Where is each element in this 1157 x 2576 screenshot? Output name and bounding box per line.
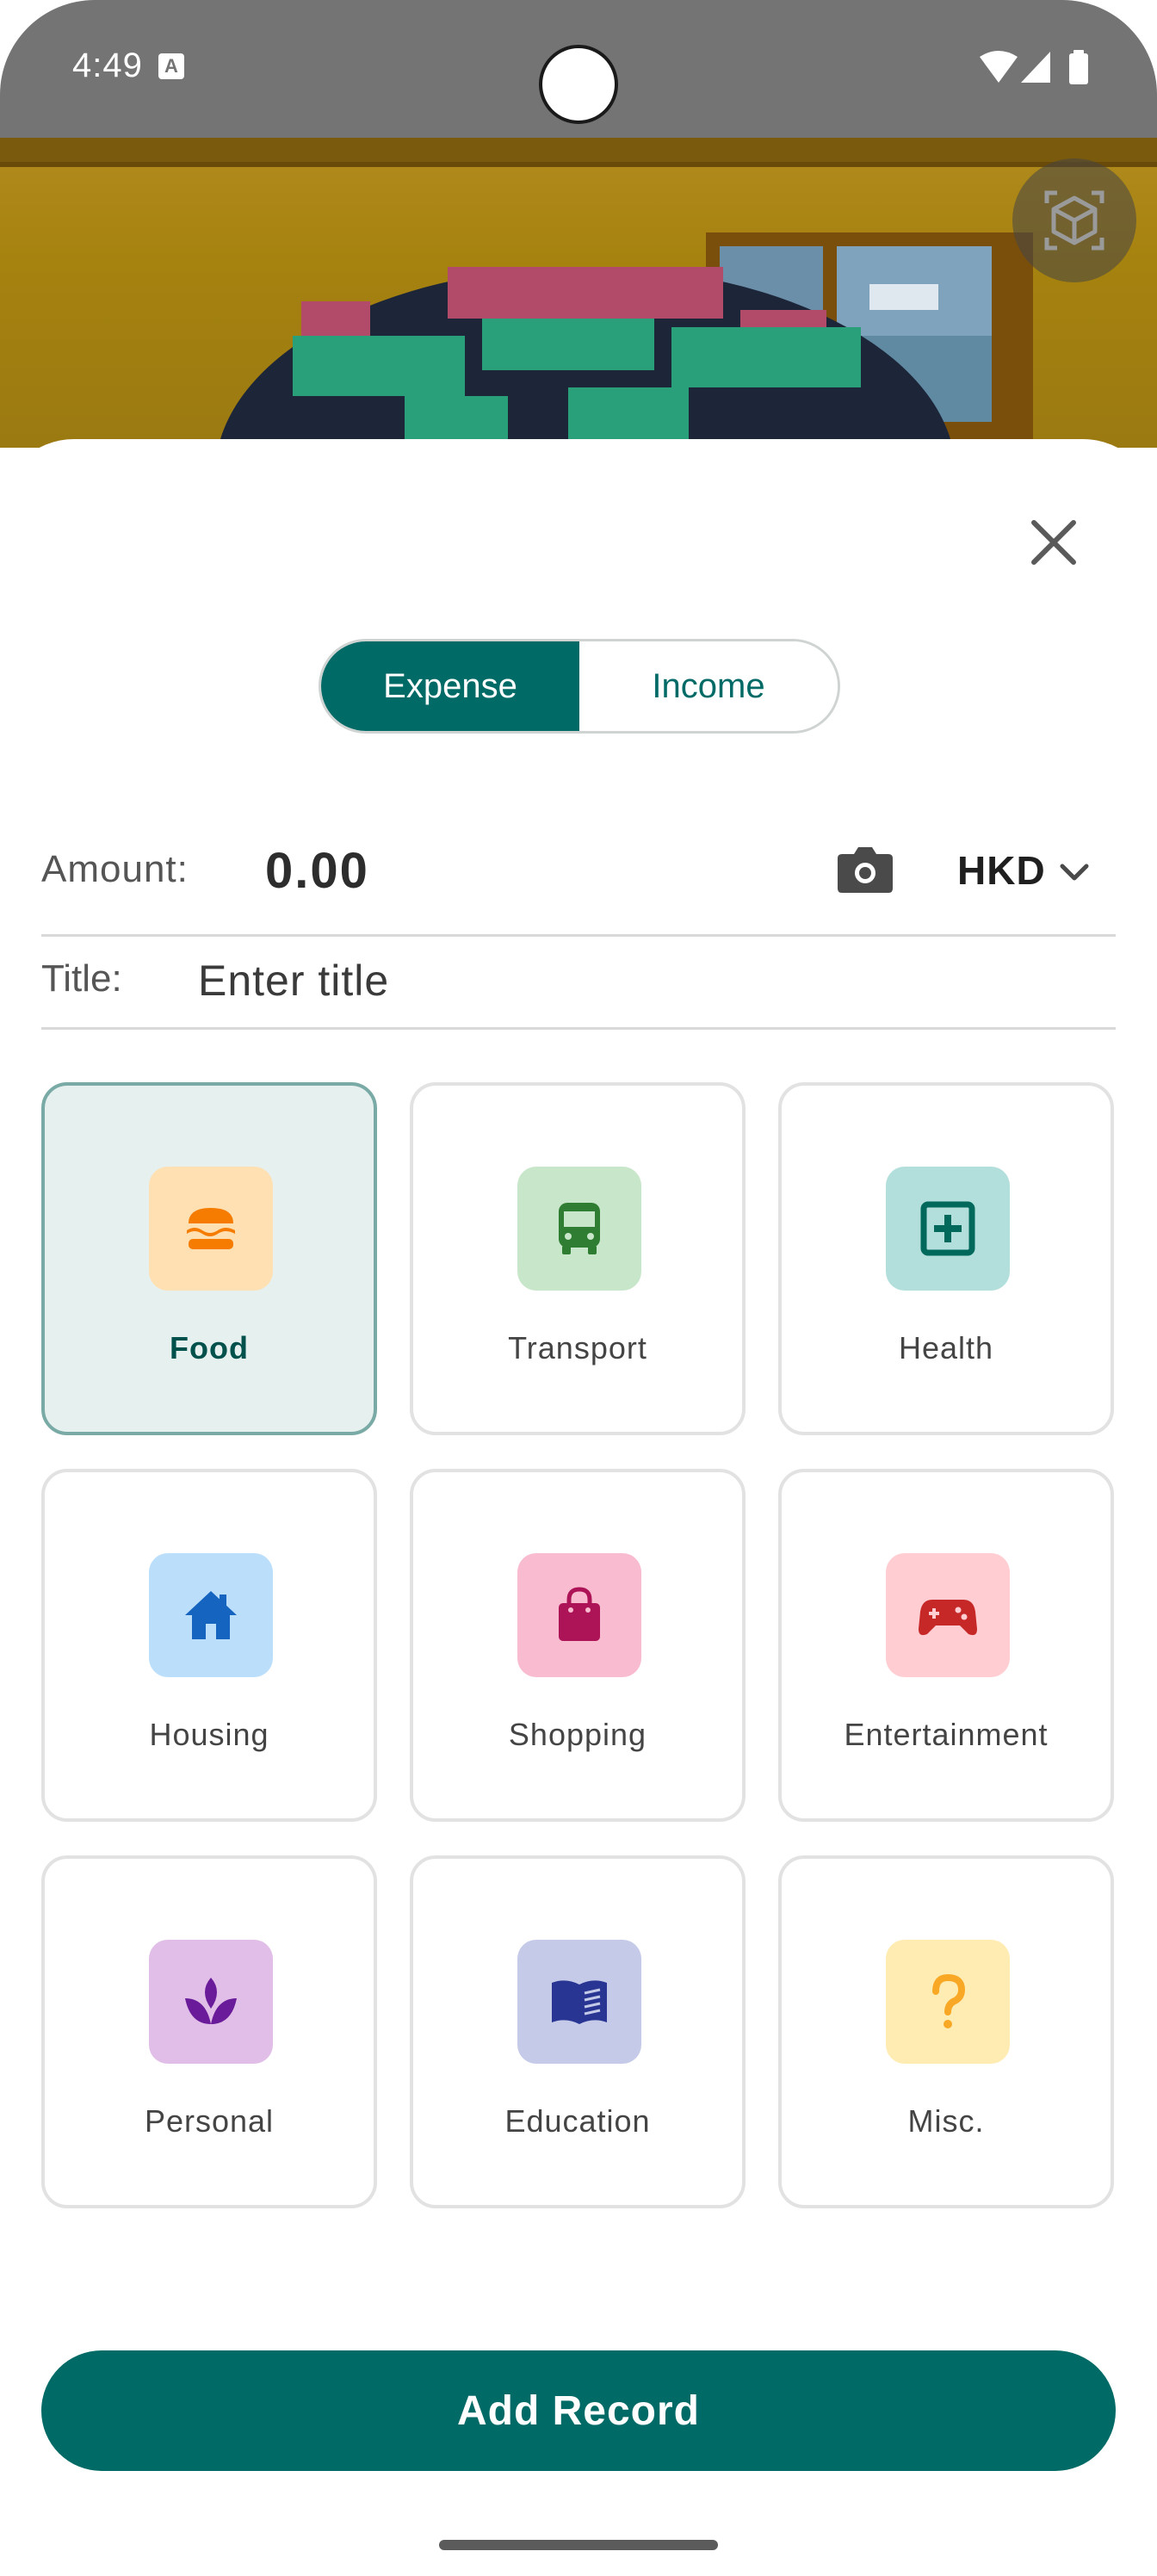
- device-screen: 4:49 A Expense Income Amount: 0.00 HKD T…: [0, 0, 1157, 2576]
- category-shopping[interactable]: Shopping: [410, 1469, 746, 1822]
- category-entertainment[interactable]: Entertainment: [778, 1469, 1114, 1822]
- category-misc[interactable]: Misc.: [778, 1855, 1114, 2208]
- medical-icon: [886, 1167, 1010, 1291]
- tab-expense[interactable]: Expense: [321, 641, 579, 731]
- close-button[interactable]: [1019, 508, 1088, 577]
- status-icons: [978, 48, 1090, 86]
- type-toggle: Expense Income: [319, 639, 840, 734]
- category-health[interactable]: Health: [778, 1082, 1114, 1435]
- category-transport[interactable]: Transport: [410, 1082, 746, 1435]
- status-time: 4:49: [72, 46, 143, 84]
- camera-button[interactable]: [835, 844, 895, 895]
- cellular-icon: [1021, 52, 1050, 83]
- category-food[interactable]: Food: [41, 1082, 377, 1435]
- amount-label: Amount:: [41, 848, 189, 890]
- house-icon: [149, 1553, 273, 1677]
- currency-selector[interactable]: HKD: [957, 847, 1046, 894]
- bus-icon: [517, 1167, 641, 1291]
- amount-field[interactable]: 0.00: [265, 842, 369, 900]
- title-input[interactable]: [198, 951, 1024, 1011]
- battery-icon: [1069, 53, 1088, 84]
- question-icon: [886, 1940, 1010, 2064]
- burger-icon: [149, 1167, 273, 1291]
- category-housing[interactable]: Housing: [41, 1469, 377, 1822]
- notification-icon: A: [158, 53, 184, 79]
- chevron-down-icon[interactable]: [1057, 859, 1092, 885]
- spa-icon: [149, 1940, 273, 2064]
- camera-icon: [838, 847, 893, 893]
- shopping-bag-icon: [517, 1553, 641, 1677]
- category-label: Misc.: [907, 2103, 985, 2139]
- camera-background-scene: [0, 138, 1157, 448]
- category-label: Food: [170, 1330, 249, 1365]
- book-icon: [517, 1940, 641, 2064]
- title-label: Title:: [41, 957, 122, 1000]
- camera-cutout: [539, 45, 618, 124]
- category-label: Housing: [149, 1717, 269, 1752]
- title-divider: [41, 1027, 1116, 1030]
- home-indicator[interactable]: [439, 2540, 718, 2550]
- wifi-icon: [980, 51, 1018, 83]
- amount-divider: [41, 934, 1116, 937]
- close-icon: [1031, 520, 1076, 565]
- category-label: Education: [504, 2103, 651, 2139]
- category-label: Personal: [144, 2103, 275, 2139]
- category-label: Shopping: [508, 1717, 647, 1752]
- ar-cube-button[interactable]: [1012, 158, 1136, 282]
- tab-income[interactable]: Income: [579, 641, 838, 731]
- category-education[interactable]: Education: [410, 1855, 746, 2208]
- category-label: Health: [898, 1330, 994, 1365]
- category-label: Entertainment: [844, 1717, 1049, 1752]
- category-label: Transport: [508, 1330, 647, 1365]
- gamepad-icon: [886, 1553, 1010, 1677]
- category-personal[interactable]: Personal: [41, 1855, 377, 2208]
- ar-cube-icon: [1044, 190, 1104, 251]
- status-bar: 4:49 A: [0, 0, 1157, 138]
- add-record-button[interactable]: Add Record: [41, 2350, 1116, 2471]
